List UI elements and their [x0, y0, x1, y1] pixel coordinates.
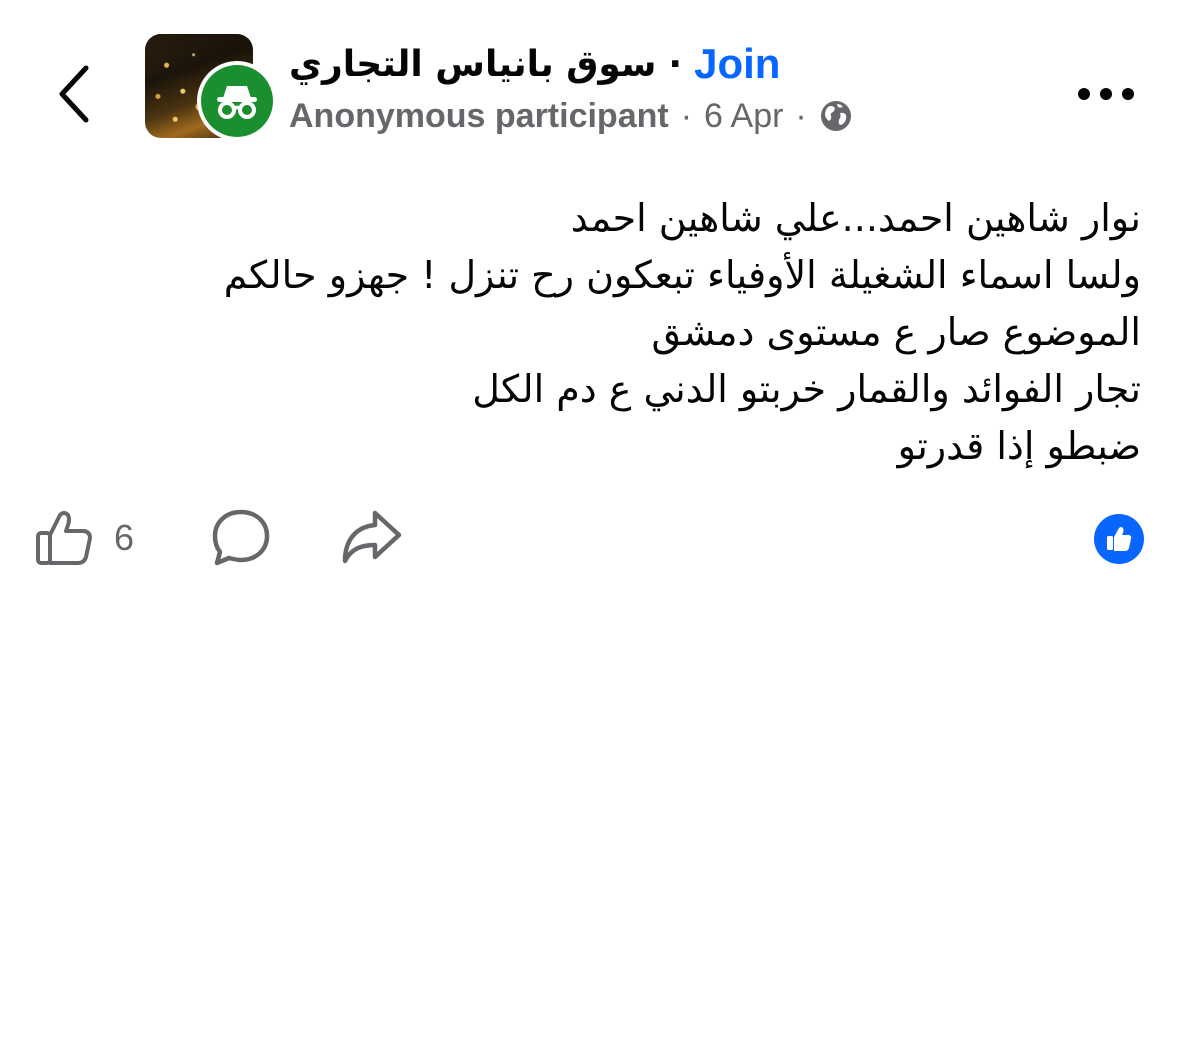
anonymous-badge	[197, 61, 277, 141]
post-text-line: نوار شاهين احمد...علي شاهين احمد	[570, 196, 1141, 240]
comment-bubble-icon	[212, 509, 270, 566]
globe-icon	[819, 99, 853, 133]
share-button[interactable]	[339, 507, 403, 569]
share-arrow-icon	[342, 510, 402, 564]
more-options-button[interactable]	[1074, 74, 1138, 114]
post-text-line: الموضوع صار ع مستوى دمشق	[651, 310, 1141, 354]
comment-button[interactable]	[209, 507, 339, 569]
meta-separator: ·	[680, 96, 693, 135]
join-button[interactable]: Join	[694, 40, 780, 88]
back-button[interactable]	[44, 60, 104, 128]
thumbs-up-outline-icon	[36, 511, 92, 565]
meta-separator: ·	[795, 96, 807, 135]
like-reaction-icon	[1107, 527, 1132, 551]
post-header-title: سوق بانياس التجاري · Join	[289, 36, 780, 92]
chevron-left-icon	[59, 65, 89, 123]
post-meta: Anonymous participant · 6 Apr ·	[289, 94, 853, 138]
author-name[interactable]: Anonymous participant	[289, 97, 669, 136]
post-text: نوار شاهين احمد...علي شاهين احمد ولسا اس…	[101, 190, 1141, 475]
like-reaction-badge[interactable]	[1094, 514, 1144, 564]
more-horizontal-icon	[1078, 88, 1134, 100]
like-button[interactable]: 6	[34, 507, 209, 569]
post-actions-bar: 6	[34, 503, 403, 573]
post-text-line: تجار الفوائد والقمار خربتو الدني ع دم ال…	[472, 367, 1141, 411]
post-date[interactable]: 6 Apr	[704, 97, 783, 136]
like-count: 6	[114, 517, 135, 558]
anonymous-incognito-icon	[217, 86, 257, 119]
post-text-line: ولسا اسماء الشغيلة الأوفياء تبعكون رح تن…	[223, 253, 1141, 297]
post-text-line: ضبطو إذا قدرتو	[897, 424, 1141, 468]
title-separator: ·	[668, 43, 683, 85]
group-name-link[interactable]: سوق بانياس التجاري	[289, 44, 656, 85]
